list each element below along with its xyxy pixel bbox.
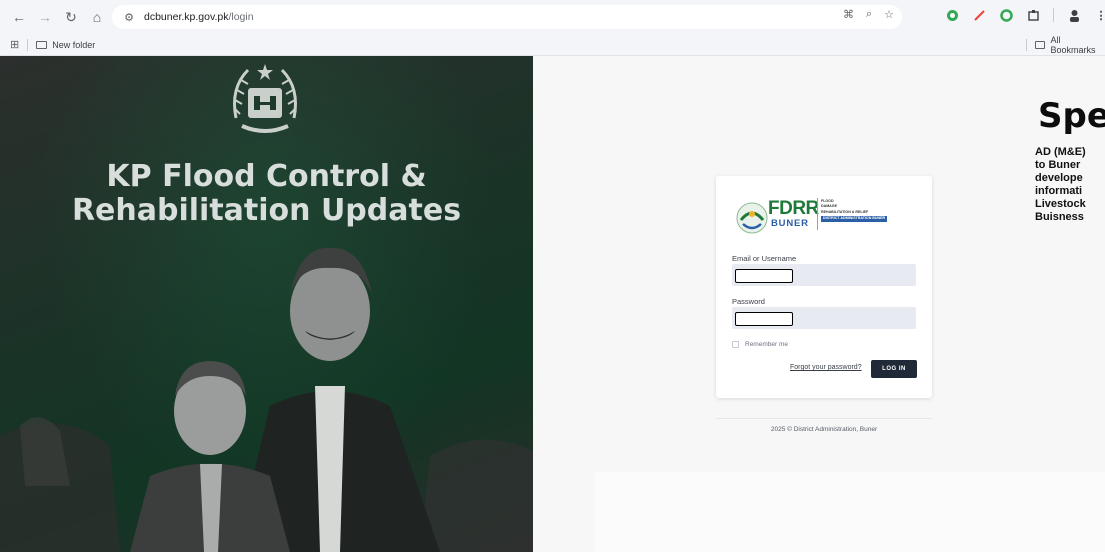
login-card: FDRR BUNER FLOOD DAMAGE REHABILITATION &… (716, 176, 932, 398)
hero-title-line1: KP Flood Control & (106, 159, 427, 194)
side-line: informati (1035, 185, 1083, 197)
apps-grid-icon[interactable]: ⊞ (10, 38, 19, 51)
reload-icon[interactable]: ↻ (60, 6, 82, 28)
side-line: AD (M&E) (1035, 146, 1086, 158)
toolbar-divider (1053, 8, 1054, 22)
bookmark-label: New folder (52, 39, 96, 50)
hero-figures-illustration (0, 247, 533, 552)
side-line: develope (1035, 172, 1083, 184)
bookmark-new-folder[interactable]: New folder (36, 40, 95, 50)
email-label: Email or Username (732, 254, 797, 263)
browser-toolbar: ← → ↻ ⌂ ⚙ dcbuner.kp.gov.pk/login ⌘ ⌕ ☆ … (0, 0, 1105, 34)
logo-divider (817, 198, 818, 230)
logo-tagline: FLOOD DAMAGE REHABILITATION & RELIEF DIS… (821, 199, 888, 222)
hero-title: KP Flood Control & Rehabilitation Update… (0, 160, 533, 228)
url-text: dcbuner.kp.gov.pk/login (144, 11, 254, 23)
email-field[interactable] (732, 264, 916, 286)
password-field[interactable] (732, 307, 916, 329)
extensions-bar: ⋮ (945, 8, 1105, 22)
kp-emblem-icon (233, 64, 297, 133)
logo-tag-line3: REHABILITATION & RELIEF (821, 209, 869, 214)
bookmarks-divider (27, 38, 29, 51)
all-bookmarks-label: All Bookmarks (1050, 35, 1096, 55)
extensions-puzzle-icon[interactable] (1026, 8, 1040, 22)
zoom-icon[interactable]: ⌕ (866, 8, 872, 21)
url-path: /login (228, 11, 254, 23)
forward-icon[interactable]: → (34, 6, 56, 28)
footer-divider (716, 418, 932, 419)
profile-avatar-icon[interactable] (1067, 8, 1081, 22)
all-bookmarks-item[interactable]: All Bookmarks (1034, 35, 1105, 55)
translate-icon[interactable]: ⌘ (843, 8, 854, 21)
bookmark-star-icon[interactable]: ☆ (884, 8, 894, 21)
side-panel-text: AD (M&E) to Buner develope informati Liv… (1035, 146, 1105, 224)
hero-banner: KP Flood Control & Rehabilitation Update… (0, 56, 533, 552)
redaction-box (735, 312, 793, 326)
extension-green-icon[interactable] (945, 8, 959, 22)
bookmarks-divider-right (1026, 39, 1027, 51)
page-content: KP Flood Control & Rehabilitation Update… (0, 56, 1105, 552)
extension-pen-icon[interactable] (972, 8, 986, 22)
side-panel-title: Spe (1038, 96, 1105, 136)
redaction-box (735, 269, 793, 283)
remember-label: Remember me (745, 341, 788, 348)
side-info-panel: Spe AD (M&E) to Buner develope informati… (1033, 96, 1105, 296)
footer-text: 2025 © District Administration, Buner (770, 426, 878, 433)
back-icon[interactable]: ← (8, 6, 30, 28)
all-bookmarks[interactable]: All Bookmarks (1018, 34, 1105, 56)
folder-icon (36, 40, 48, 49)
extension-ring-icon[interactable] (999, 8, 1013, 22)
home-icon[interactable]: ⌂ (86, 6, 108, 28)
side-line: Livestock (1035, 198, 1086, 210)
bookmarks-bar: ⊞ New folder All Bookmarks (0, 34, 1105, 56)
forgot-password-link[interactable]: Forgot your password? (790, 364, 862, 371)
url-host: dcbuner.kp.gov.pk (144, 11, 229, 23)
folder-icon (1034, 41, 1046, 49)
login-button[interactable]: LOG IN (871, 360, 917, 378)
hero-title-line2: Rehabilitation Updates (71, 193, 462, 228)
side-line: Buisness (1035, 211, 1084, 223)
logo-main-text: FDRR (768, 198, 819, 219)
logo-sub-text: BUNER (771, 218, 809, 229)
bottom-panel (595, 472, 1105, 552)
password-label: Password (732, 297, 765, 306)
site-info-icon[interactable]: ⚙ (120, 8, 138, 26)
address-bar[interactable]: ⚙ dcbuner.kp.gov.pk/login ⌘ ⌕ ☆ (112, 5, 902, 29)
menu-kebab-icon[interactable]: ⋮ (1094, 8, 1105, 22)
side-line: to Buner (1035, 159, 1081, 171)
remember-me[interactable]: Remember me (732, 341, 788, 348)
remember-checkbox[interactable] (732, 341, 739, 348)
logo-tag-line4: DISTRICT ADMINISTRATION BUNER (821, 216, 888, 222)
omnibox-actions: ⌘ ⌕ ☆ (843, 8, 894, 21)
